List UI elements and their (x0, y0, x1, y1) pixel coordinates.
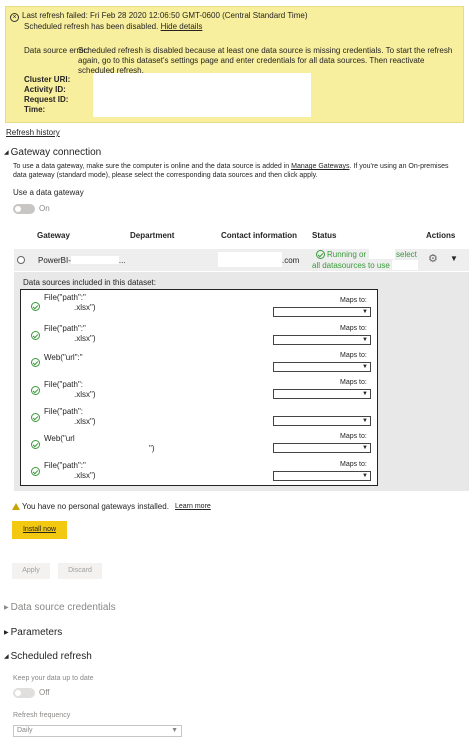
warning-icon (12, 503, 20, 510)
maps-to-label: Maps to: (340, 433, 367, 440)
col-status: Status (312, 231, 337, 240)
maps-to-label: Maps to: (340, 297, 367, 304)
datasource-item: File("path":" .xlsx") (44, 324, 96, 343)
datasource-check-icon (31, 358, 40, 367)
maps-to-select[interactable]: ▼ (273, 307, 371, 317)
gear-icon[interactable]: ⚙ (428, 252, 438, 265)
redacted-status (369, 249, 395, 259)
gateway-description: To use a data gateway, make sure the com… (13, 163, 449, 179)
col-contact: Contact information (221, 231, 297, 240)
error-message: Scheduled refresh is disabled because at… (78, 46, 453, 75)
datasource-item: File("path": .xlsx") (44, 407, 96, 426)
datasource-item: Web("url ") (44, 434, 155, 453)
maps-to-select[interactable]: ▼ (273, 389, 371, 399)
maps-to-label: Maps to: (340, 461, 367, 468)
datasource-item: File("path":" .xlsx") (44, 461, 96, 480)
datasources-list: File("path":" .xlsx") Maps to: ▼ File("pa… (20, 289, 378, 486)
redacted-status-2 (392, 260, 418, 270)
data-source-credentials-header[interactable]: ▶ Data source credentials (4, 602, 116, 613)
gateway-contact: .com (282, 256, 300, 265)
install-now-button[interactable]: Install now (12, 521, 67, 539)
refresh-history-link[interactable]: Refresh history (6, 128, 60, 137)
dropdown-arrow-icon: ▼ (362, 418, 368, 424)
datasource-item: Web("url":" (44, 353, 83, 362)
col-department: Department (130, 231, 175, 240)
learn-more-link[interactable]: Learn more (175, 503, 211, 510)
apply-button[interactable]: Apply (12, 563, 50, 579)
use-gateway-label: Use a data gateway (13, 188, 84, 197)
select-link[interactable]: select (396, 250, 417, 259)
redacted-contact (218, 252, 282, 267)
datasource-check-icon (31, 413, 40, 422)
collapse-triangle-icon: ◢ (4, 150, 9, 156)
maps-to-label: Maps to: (340, 325, 367, 332)
error-circle-x-icon: × (10, 13, 19, 22)
refresh-frequency-label: Refresh frequency (13, 712, 71, 719)
datasource-check-icon (31, 440, 40, 449)
expand-triangle-icon: ▶ (4, 630, 9, 636)
scheduled-refresh-header[interactable]: ◢ Scheduled refresh (4, 651, 92, 662)
scheduled-refresh-toggle[interactable] (13, 688, 35, 698)
dropdown-arrow-icon: ▼ (362, 309, 368, 315)
gateway-connection-header[interactable]: ◢ Gateway connection (4, 147, 101, 158)
redacted-gateway (70, 256, 119, 264)
disabled-line: Scheduled refresh has been disabled. Hid… (24, 22, 203, 31)
gateway-row[interactable]: PowerBI-... .com Running or select all d… (14, 249, 469, 271)
dropdown-arrow-icon: ▼ (171, 727, 178, 734)
maps-to-select[interactable]: ▼ (273, 471, 371, 481)
expand-chevron-icon[interactable]: ▼ (450, 254, 458, 263)
keep-up-to-date-label: Keep your data up to date (13, 675, 94, 682)
gateway-name: PowerBI-... (38, 256, 126, 265)
scheduled-refresh-toggle-state: Off (39, 688, 50, 697)
maps-to-label: Maps to: (340, 379, 367, 386)
maps-to-select[interactable]: ▼ (273, 362, 371, 372)
dropdown-arrow-icon: ▼ (362, 337, 368, 343)
maps-to-select[interactable]: ▼ (273, 443, 371, 453)
dropdown-arrow-icon: ▼ (362, 391, 368, 397)
dropdown-arrow-icon: ▼ (362, 473, 368, 479)
activity-id-label: Activity ID: (24, 85, 66, 94)
manage-gateways-link[interactable]: Manage Gateways (291, 163, 349, 170)
last-refresh-line: × Last refresh failed: Fri Feb 28 2020 12… (10, 11, 307, 22)
personal-gateway-warning: You have no personal gateways installed. (12, 502, 169, 511)
datasource-check-icon (31, 331, 40, 340)
maps-to-label: Maps to: (340, 352, 367, 359)
collapse-triangle-icon: ◢ (4, 654, 9, 660)
refresh-error-banner: × Last refresh failed: Fri Feb 28 2020 12… (5, 6, 464, 123)
redacted-block (93, 73, 311, 117)
datasource-item: File("path":" .xlsx") (44, 293, 96, 312)
discard-button[interactable]: Discard (58, 563, 102, 579)
dropdown-arrow-icon: ▼ (362, 364, 368, 370)
use-gateway-toggle-state: On (39, 204, 50, 213)
running-check-icon (316, 250, 325, 259)
datasource-check-icon (31, 302, 40, 311)
parameters-header[interactable]: ▶ Parameters (4, 627, 62, 638)
cluster-uri-label: Cluster URI: (24, 75, 71, 84)
request-id-label: Request ID: (24, 95, 69, 104)
datasource-item: File("path": .xlsx") (44, 380, 96, 399)
expand-triangle-icon: ▶ (4, 605, 9, 611)
gateway-radio[interactable] (17, 256, 25, 264)
datasources-title: Data sources included in this dataset: (23, 278, 156, 287)
datasource-check-icon (31, 386, 40, 395)
datasource-check-icon (31, 467, 40, 476)
use-gateway-toggle[interactable] (13, 204, 35, 214)
status-running: Running or (327, 250, 367, 259)
status-all-datasources: all datasources to use (312, 261, 390, 270)
maps-to-select[interactable]: ▼ (273, 416, 371, 426)
hide-details-link[interactable]: Hide details (161, 22, 203, 31)
maps-to-select[interactable]: ▼ (273, 335, 371, 345)
refresh-frequency-select[interactable]: Daily ▼ (13, 725, 182, 737)
time-label: Time: (24, 105, 46, 114)
col-gateway: Gateway (37, 231, 70, 240)
col-actions: Actions (426, 231, 456, 240)
dropdown-arrow-icon: ▼ (362, 445, 368, 451)
